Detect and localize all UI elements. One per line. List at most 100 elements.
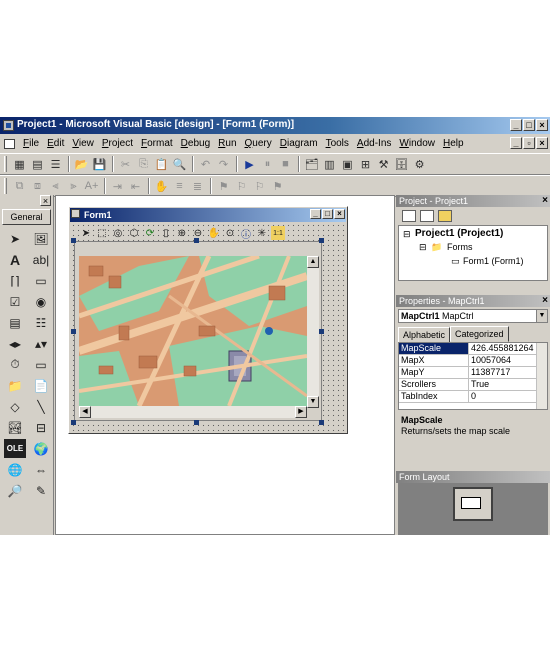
map-page-icon[interactable]: ▯ <box>159 226 173 240</box>
filelistbox-tool-icon[interactable]: 📄 <box>30 376 52 395</box>
find-icon[interactable]: 🔍 <box>171 156 188 172</box>
toolbox-close-button[interactable]: × <box>40 195 51 206</box>
toggle-folders-icon[interactable] <box>438 210 452 222</box>
mdi-minimize-button[interactable]: _ <box>510 137 522 149</box>
shape-tool-icon[interactable]: ◇ <box>4 397 26 416</box>
start-icon[interactable]: ▶ <box>241 156 258 172</box>
scroll-right-arrow[interactable]: ▶ <box>295 406 307 418</box>
resize-handle[interactable] <box>71 329 76 334</box>
project-explorer-icon[interactable]: 🗂 <box>303 156 320 172</box>
checkbox-tool-icon[interactable]: ☑ <box>4 292 26 311</box>
center-icon[interactable]: ⫸ <box>65 178 82 194</box>
menu-file[interactable]: File <box>19 138 43 149</box>
timer-tool-icon[interactable]: ⏱ <box>4 355 26 374</box>
menu-add-ins[interactable]: Add-Ins <box>353 138 395 149</box>
property-row[interactable]: TabIndex 0 <box>399 391 547 403</box>
project-explorer-close-button[interactable]: × <box>542 195 548 206</box>
resize-handle[interactable] <box>71 420 76 425</box>
optionbutton-tool-icon[interactable]: ◉ <box>30 292 52 311</box>
dirlistbox-tool-icon[interactable]: 📁 <box>4 376 26 395</box>
resize-handle[interactable] <box>319 420 324 425</box>
label-icon[interactable]: ✳ <box>255 226 269 240</box>
mapctrl1[interactable]: ▲ ▼ ◀ ▶ <box>74 241 322 421</box>
property-grid-scrollbar[interactable] <box>536 343 547 409</box>
mdi-close-button[interactable]: × <box>536 137 548 149</box>
bring-to-front-icon[interactable]: ⧉ <box>11 178 28 194</box>
view-object-icon[interactable] <box>420 210 434 222</box>
mdi-restore-button[interactable]: ▫ <box>523 137 535 149</box>
properties-window-icon[interactable]: ▥ <box>321 156 338 172</box>
ruler-icon[interactable]: 1:1 <box>271 226 285 240</box>
monitor-icon[interactable] <box>453 487 493 521</box>
property-row[interactable]: MapX 10057064 <box>399 355 547 367</box>
frame-tool-icon[interactable]: ⌈⌉ <box>4 271 26 290</box>
vb-app-icon[interactable] <box>3 120 14 131</box>
pan-icon[interactable]: ✋ <box>207 226 221 240</box>
minimize-button[interactable]: _ <box>510 119 522 131</box>
scroll-down-arrow[interactable]: ▼ <box>307 396 319 408</box>
line-tool-icon[interactable]: ╲ <box>30 397 52 416</box>
next-bookmark-icon[interactable]: ⚐ <box>233 178 250 194</box>
add-form-icon[interactable]: ▤ <box>29 156 46 172</box>
tree-form1-node[interactable]: Form1 (Form1) <box>463 256 524 266</box>
end-icon[interactable]: ■ <box>277 156 294 172</box>
property-row[interactable]: MapScale 426.455881264 <box>399 343 547 355</box>
data-tool-icon[interactable]: ⊟ <box>30 418 52 437</box>
map-refresh-icon[interactable]: ⟳ <box>143 226 157 240</box>
clear-bookmarks-icon[interactable]: ⚑ <box>269 178 286 194</box>
menu-query[interactable]: Query <box>241 138 276 149</box>
indent-icon[interactable]: ⇥ <box>109 178 126 194</box>
object-browser-icon[interactable]: ⊞ <box>357 156 374 172</box>
menu-debug[interactable]: Debug <box>177 138 214 149</box>
comment-block-icon[interactable]: ≡ <box>171 178 188 194</box>
tab-categorized[interactable]: Categorized <box>450 326 509 342</box>
menu-editor-icon[interactable]: ☰ <box>47 156 64 172</box>
pointer-tool-icon[interactable]: ➤ <box>4 229 26 248</box>
property-row[interactable]: Scrollers True <box>399 379 547 391</box>
center-icon[interactable]: ⊙ <box>223 226 237 240</box>
drivelistbox-tool-icon[interactable]: ▭ <box>30 355 52 374</box>
outdent-icon[interactable]: ⇤ <box>127 178 144 194</box>
map-polygon-select-icon[interactable]: ⬡ <box>127 226 141 240</box>
chevron-down-icon[interactable]: ▼ <box>536 310 547 322</box>
textbox-tool-icon[interactable]: ab| <box>30 250 52 269</box>
undo-icon[interactable]: ↶ <box>197 156 214 172</box>
form-maximize-button[interactable]: □ <box>322 209 333 219</box>
menu-run[interactable]: Run <box>214 138 240 149</box>
maximize-button[interactable]: □ <box>523 119 535 131</box>
form-menu-icon[interactable] <box>4 138 15 149</box>
form1-window[interactable]: Form1 _ □ × ➤ ⬚ ◎ ⬡ ⟳ ▯ ⊕ ⊖ ✋ ⊙ ⓘ ✳ 1:1 … <box>68 206 348 434</box>
align-icon[interactable]: ⫷ <box>47 178 64 194</box>
tab-alphabetic[interactable]: Alphabetic <box>398 327 451 343</box>
combobox-tool-icon[interactable]: ▤ <box>4 313 26 332</box>
tree-expander-icon[interactable]: ⊟ <box>403 229 411 240</box>
map-select-icon[interactable]: ⬚ <box>95 226 109 240</box>
property-row[interactable]: MapY 11387717 <box>399 367 547 379</box>
map-arrow-icon[interactable]: ➤ <box>79 226 93 240</box>
image-tool-icon[interactable]: 🏞 <box>4 418 26 437</box>
toggle-bookmark-icon[interactable]: ⚑ <box>215 178 232 194</box>
tree-expander-icon[interactable]: ⊟ <box>419 242 427 253</box>
mapctrl-tool-icon[interactable]: 🌍 <box>30 439 52 458</box>
make-same-size-icon[interactable]: A+ <box>83 178 100 194</box>
vscrollbar-tool-icon[interactable]: ▴▾ <box>30 334 52 353</box>
menu-format[interactable]: Format <box>137 138 177 149</box>
menu-view[interactable]: View <box>68 138 98 149</box>
toolbar-grip[interactable] <box>4 156 7 172</box>
zoom-in-icon[interactable]: ⊕ <box>175 226 189 240</box>
uncomment-block-icon[interactable]: ≣ <box>189 178 206 194</box>
edit-tool-icon[interactable]: ✎ <box>30 481 52 500</box>
paste-icon[interactable]: 📋 <box>153 156 170 172</box>
close-button[interactable]: × <box>536 119 548 131</box>
resize-handle[interactable] <box>319 329 324 334</box>
add-project-icon[interactable]: ▦ <box>11 156 28 172</box>
visual-component-manager-icon[interactable]: ⚙ <box>411 156 428 172</box>
view-code-icon[interactable] <box>402 210 416 222</box>
save-icon[interactable]: 💾 <box>91 156 108 172</box>
open-icon[interactable]: 📂 <box>73 156 90 172</box>
copy-icon[interactable]: ⎘ <box>135 156 152 172</box>
resize-handle[interactable] <box>194 238 199 243</box>
toggle-tool-icon[interactable]: ⇔ <box>30 460 52 479</box>
label-tool-icon[interactable]: A <box>4 250 26 269</box>
hscrollbar-tool-icon[interactable]: ◂▸ <box>4 334 26 353</box>
